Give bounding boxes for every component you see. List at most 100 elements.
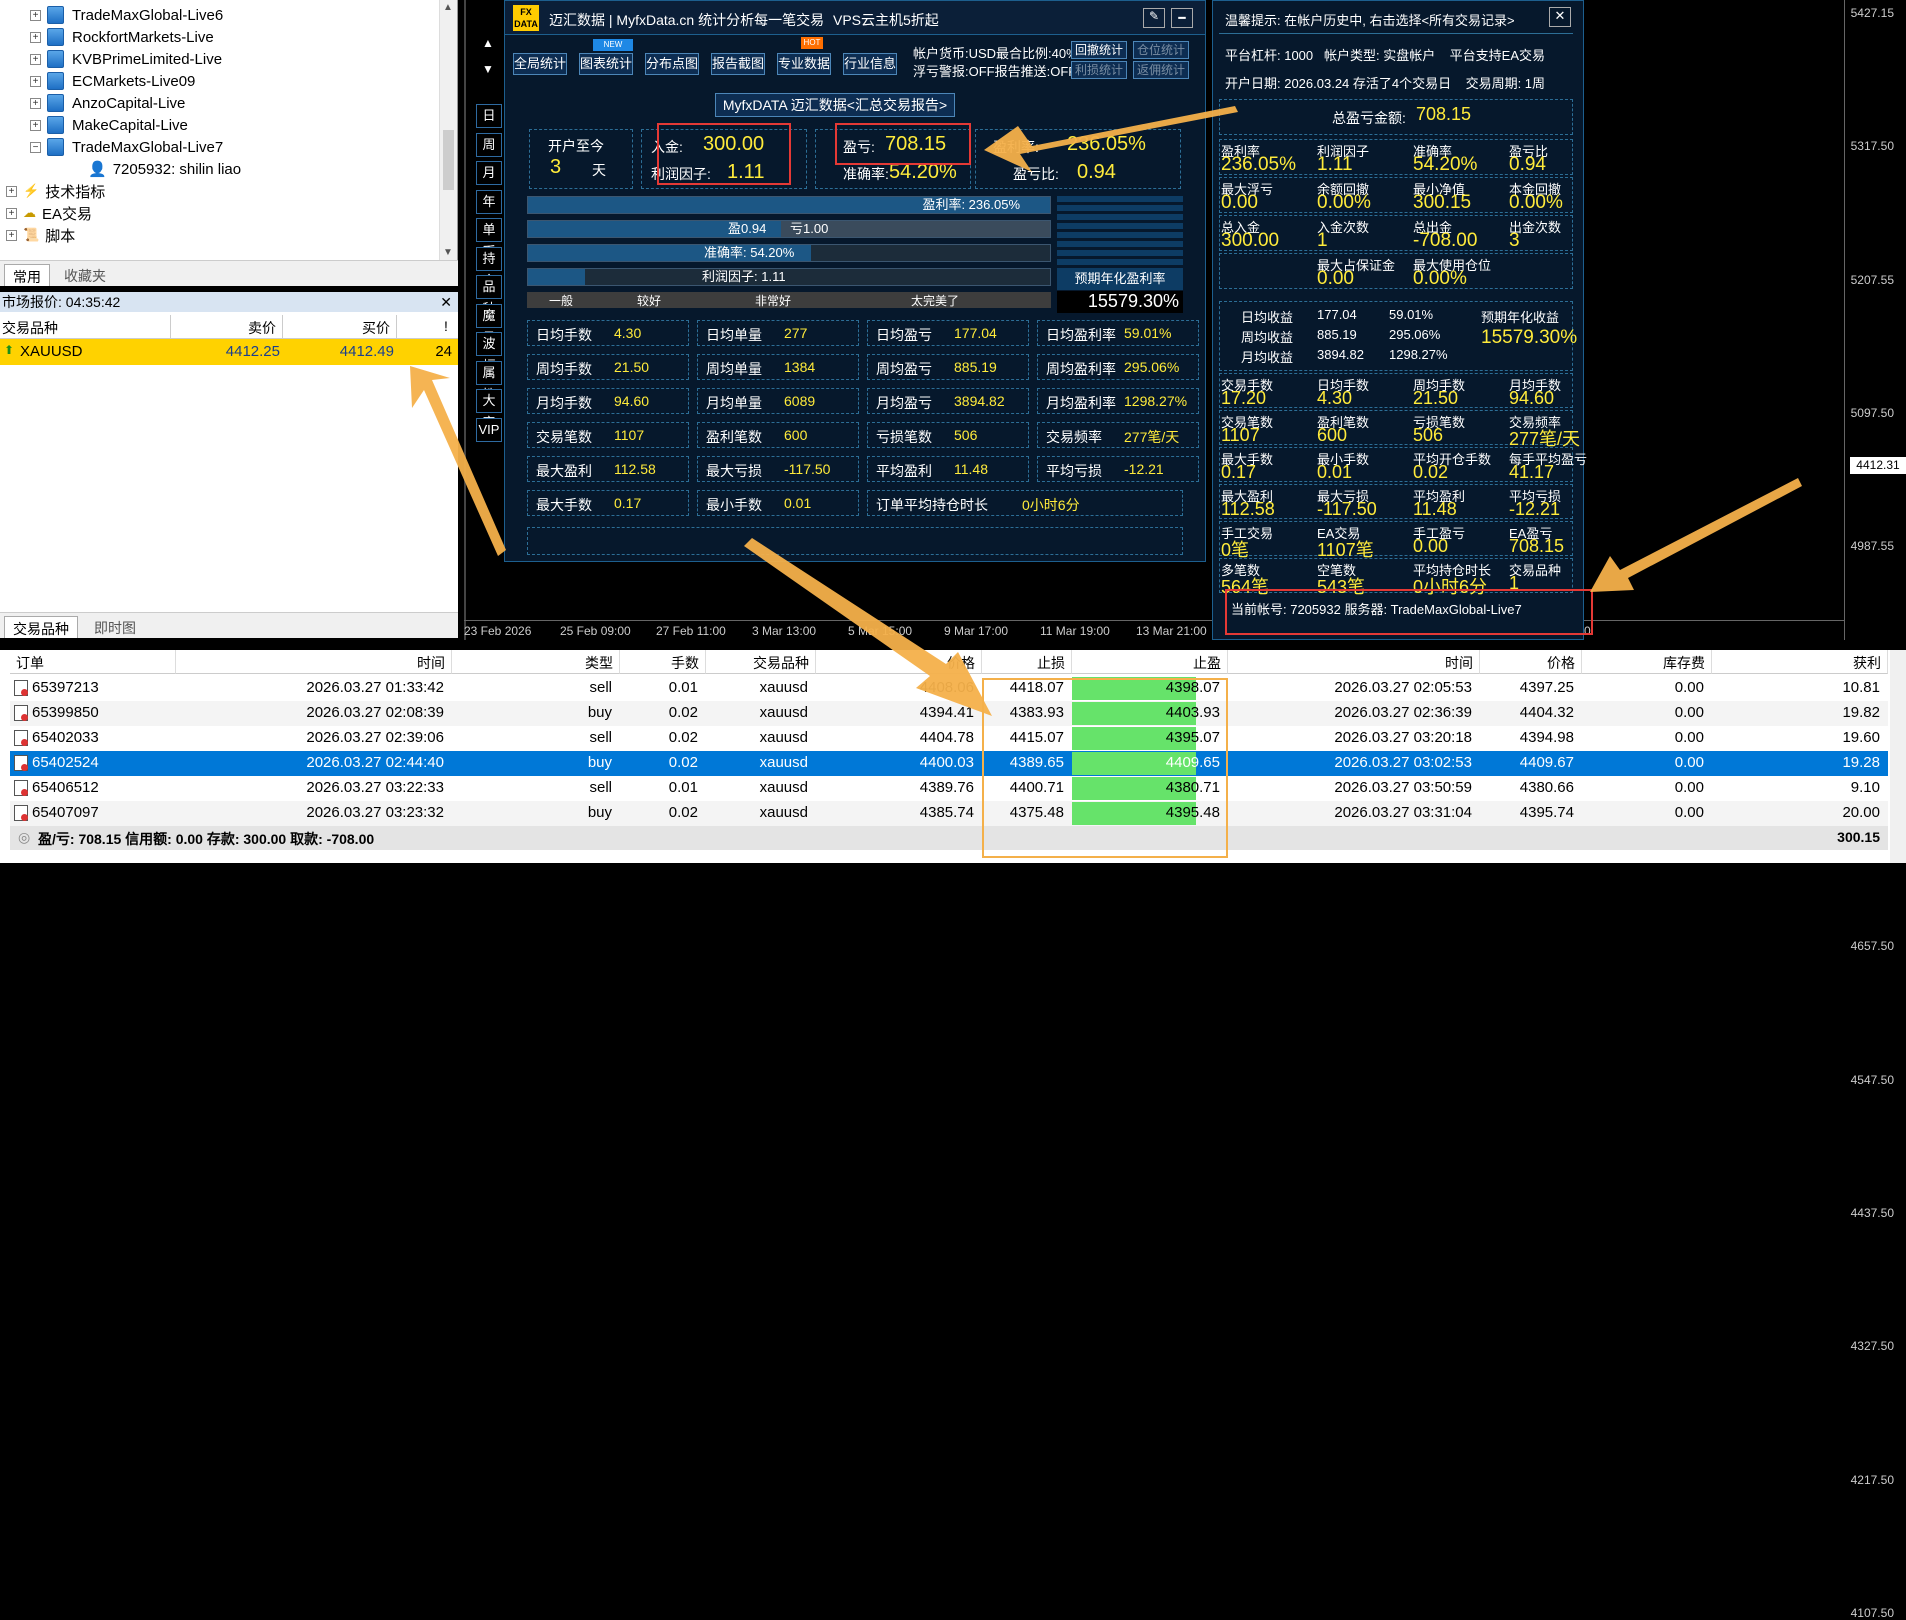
col-header-10[interactable]: 库存费 (1582, 650, 1712, 674)
order-cell: buy (587, 754, 612, 771)
close-icon[interactable]: ✕ (440, 292, 452, 312)
price-axis-label: 5097.50 (1850, 405, 1894, 420)
expand-icon[interactable]: + (30, 75, 41, 87)
col-header-3[interactable]: 手数 (620, 650, 706, 674)
btn-global-stats[interactable]: 全局统计 (513, 53, 567, 75)
tab-symbols[interactable]: 交易品种 (4, 616, 78, 638)
order-row[interactable]: 65406512 2026.03.27 03:22:33 sell 0.01 xauus… (10, 776, 1888, 801)
expand-icon[interactable]: + (6, 207, 17, 219)
stat-cell: 最小手数 0.01 (697, 490, 859, 516)
side-button-7[interactable]: 魔号 (476, 303, 502, 345)
side-button-0[interactable]: 日 (476, 104, 502, 128)
expand-icon[interactable]: + (30, 9, 41, 21)
expand-icon[interactable]: + (6, 185, 17, 197)
col-header-5[interactable]: 价格 (816, 650, 982, 674)
side-button-10[interactable]: 大字 (476, 389, 502, 430)
side-button-1[interactable]: 周 (476, 132, 502, 157)
scroll-down-icon[interactable]: ▼ (482, 62, 494, 76)
col-spread[interactable]: ! (444, 318, 448, 334)
expand-icon[interactable]: + (30, 97, 41, 109)
stat-label: 最大盈利 (536, 463, 592, 479)
group-0[interactable]: + ⚡ 技术指标 (6, 180, 105, 202)
close-icon[interactable]: ✕ (1549, 7, 1571, 27)
btn-pro-data[interactable]: 专业数据 (777, 53, 831, 75)
btn-position-stats[interactable]: 仓位统计 (1133, 41, 1189, 59)
col-header-8[interactable]: 时间 (1228, 650, 1480, 674)
stat-value: 295.06% (1124, 359, 1180, 375)
side-button-3[interactable]: 年 (476, 189, 502, 214)
stat-cell: 周均单量 1384 (697, 354, 859, 380)
side-button-8[interactable]: 波幅 (476, 332, 502, 373)
tab-tick-chart[interactable]: 即时图 (86, 616, 144, 638)
order-row[interactable]: 65402524 2026.03.27 02:44:40 buy 0.02 xauusd… (10, 751, 1888, 776)
btn-report-screenshot[interactable]: 报告截图 (711, 53, 765, 75)
group-1[interactable]: + ☁ EA交易 (6, 202, 92, 224)
col-header-11[interactable]: 获利 (1712, 650, 1888, 674)
market-row-xauusd[interactable]: ⬆ XAUUSD 4412.25 4412.49 24 (0, 339, 458, 365)
account-ecmarkets-live09[interactable]: + ECMarkets-Live09 (30, 70, 195, 92)
stat-value: 277笔/天 (1124, 429, 1180, 445)
side-button-5[interactable]: 持仓 (476, 246, 502, 288)
col-header-4[interactable]: 交易品种 (706, 650, 816, 674)
btn-distribution[interactable]: 分布点图 (645, 53, 699, 75)
btn-rebate-stats[interactable]: 返佣统计 (1133, 61, 1189, 79)
orders-scrollbar[interactable] (1890, 650, 1906, 863)
account-rockfortmarkets-live[interactable]: + RockfortMarkets-Live (30, 26, 214, 48)
col-header-7[interactable]: 止盈 (1072, 650, 1228, 674)
side-button-11[interactable]: VIP (476, 417, 502, 442)
expand-icon[interactable]: + (30, 31, 41, 43)
account-anzocapital-live[interactable]: + AnzoCapital-Live (30, 92, 185, 114)
expand-icon[interactable]: − (30, 141, 41, 153)
tab-common[interactable]: 常用 (4, 264, 50, 286)
order-row[interactable]: 65399850 2026.03.27 02:08:39 buy 0.02 xauusd… (10, 701, 1888, 726)
side-button-6[interactable]: 品种 (476, 275, 502, 316)
btn-industry-info[interactable]: 行业信息 (843, 53, 897, 75)
fxdata-logo: FX DATA (513, 5, 539, 31)
navigator-scrollbar[interactable]: ▲ ▼ (439, 0, 457, 260)
tip-text: 温馨提示: 在帐户历史中, 右击选择<所有交易记录> (1225, 13, 1515, 28)
account-trademaxglobal-live7[interactable]: − TradeMaxGlobal-Live7 (30, 136, 223, 158)
account-kvbprimelimited-live[interactable]: + KVBPrimeLimited-Live (30, 48, 222, 70)
group-2[interactable]: + 📜 脚本 (6, 224, 75, 246)
expand-icon[interactable]: + (30, 119, 41, 131)
order-cell: 20.00 (1842, 804, 1880, 821)
side-button-4[interactable]: 单币 (476, 218, 502, 259)
win-bar-label: 盈0.94 (728, 221, 767, 236)
account-trademaxglobal-live6[interactable]: + TradeMaxGlobal-Live6 (30, 4, 223, 26)
time-axis-label: 25 Feb 09:00 (560, 624, 631, 638)
expand-icon[interactable]: + (6, 229, 17, 241)
stat-cell: 月均盈利率 1298.27% (1037, 388, 1199, 414)
scroll-up-icon[interactable]: ▲ (482, 36, 494, 50)
annual-return-label: 预期年化收益 (1481, 310, 1560, 325)
order-row[interactable]: 65402033 2026.03.27 02:39:06 sell 0.02 xauus… (10, 726, 1888, 751)
sub-account[interactable]: 👤 7205932: shilin liao (88, 158, 241, 180)
col-ask[interactable]: 买价 (362, 318, 390, 338)
side-button-2[interactable]: 月 (476, 161, 502, 185)
account-makecapital-live[interactable]: + MakeCapital-Live (30, 114, 188, 136)
vps-promo[interactable]: VPS云主机5折起 (833, 10, 939, 30)
summary-report-button[interactable]: MyfxDATA 迈汇数据<汇总交易报告> (715, 93, 955, 117)
stat-value: 0.94 (1509, 154, 1546, 175)
col-header-2[interactable]: 类型 (452, 650, 620, 674)
minimize-icon[interactable]: ━ (1171, 8, 1193, 28)
btn-drawdown-stats[interactable]: 回撤统计 (1071, 41, 1127, 59)
col-header-6[interactable]: 止损 (982, 650, 1072, 674)
stat-cell: 月均盈亏 3894.82 (867, 388, 1029, 414)
col-bid[interactable]: 卖价 (248, 318, 276, 338)
order-row[interactable]: 65397213 2026.03.27 01:33:42 sell 0.01 xauus… (10, 676, 1888, 701)
market-watch-header: 交易品种 卖价 买价 ! (0, 315, 458, 339)
period-value: 177.04 (1317, 307, 1357, 322)
col-header-0[interactable]: 订单 (10, 650, 176, 674)
order-row[interactable]: 65407097 2026.03.27 03:23:32 buy 0.02 xauusd… (10, 801, 1888, 826)
tab-favorites[interactable]: 收藏夹 (56, 264, 114, 286)
col-symbol[interactable]: 交易品种 (2, 318, 58, 338)
btn-chart-stats[interactable]: 图表统计 (579, 53, 633, 75)
col-header-1[interactable]: 时间 (176, 650, 452, 674)
orders-panel: 订单 时间 类型 手数 交易品种 价格 止损 止盈 时间 价格 库存费 获利 65397213 2026… (0, 650, 1906, 863)
btn-profit-loss-stats[interactable]: 利损统计 (1071, 61, 1127, 79)
side-button-9[interactable]: 属性 (476, 360, 502, 402)
col-header-9[interactable]: 价格 (1480, 650, 1582, 674)
edit-icon[interactable]: ✎ (1143, 8, 1165, 28)
stat-label: 最大亏损 (706, 463, 762, 479)
expand-icon[interactable]: + (30, 53, 41, 65)
